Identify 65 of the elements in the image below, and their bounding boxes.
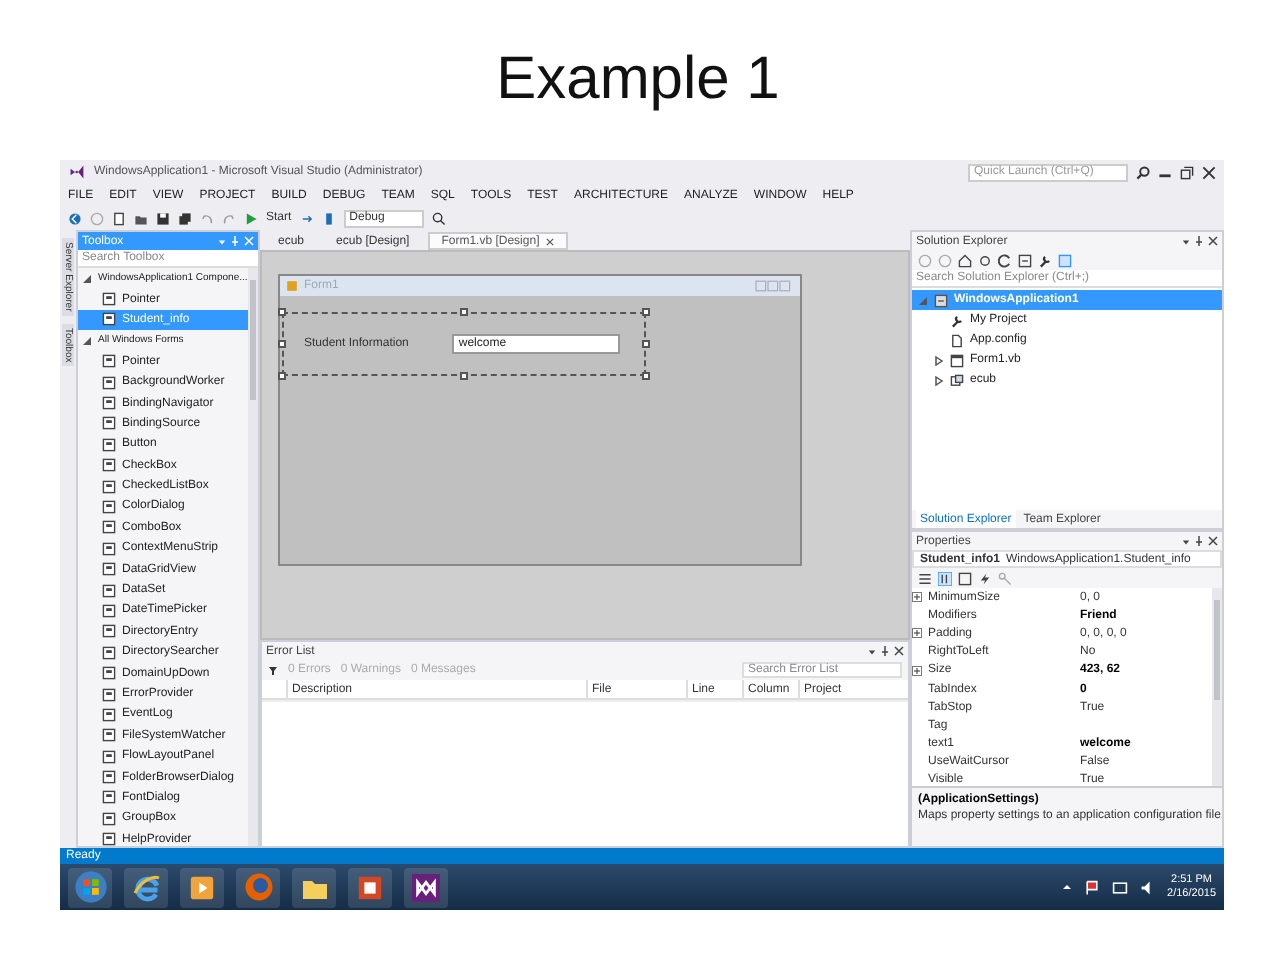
resize-handle[interactable] <box>278 340 286 348</box>
resize-handle[interactable] <box>460 372 468 380</box>
save-all-icon[interactable] <box>178 211 192 225</box>
slides-app-icon[interactable] <box>356 873 384 901</box>
control-icon <box>950 373 964 387</box>
file-icon <box>950 333 964 347</box>
resize-handle[interactable] <box>642 308 650 316</box>
start-orb-icon[interactable] <box>73 870 107 904</box>
home-icon[interactable] <box>958 253 972 267</box>
close-icon[interactable] <box>1208 536 1218 546</box>
search-icon[interactable] <box>1136 165 1150 179</box>
collapsed-arrow-icon[interactable] <box>934 355 944 365</box>
browser-icon[interactable] <box>131 872 161 902</box>
resize-handle[interactable] <box>642 372 650 380</box>
expand-icon[interactable] <box>912 592 922 603</box>
resize-handle[interactable] <box>460 308 468 316</box>
find-icon[interactable] <box>431 211 446 225</box>
resize-handle[interactable] <box>278 372 286 380</box>
expand-icon[interactable] <box>912 665 922 676</box>
resize-handle[interactable] <box>278 308 286 316</box>
slide-title: Example 1 <box>496 46 780 114</box>
filter-icon[interactable] <box>268 665 278 675</box>
properties-icon[interactable] <box>1038 253 1052 267</box>
form-icon <box>286 280 298 292</box>
collapsed-arrow-icon[interactable] <box>934 375 944 385</box>
app-logo-icon <box>68 164 86 180</box>
preview-icon[interactable] <box>1058 253 1072 267</box>
close-icon[interactable] <box>1202 165 1216 179</box>
dropdown-icon[interactable] <box>868 647 876 655</box>
close-icon[interactable] <box>545 237 554 245</box>
dropdown-icon[interactable] <box>1182 537 1190 545</box>
pin-icon[interactable] <box>1194 536 1204 546</box>
scrollbar[interactable] <box>248 268 258 846</box>
open-file-icon[interactable] <box>134 211 148 225</box>
globe-fox-icon[interactable] <box>243 872 273 902</box>
properties-icon[interactable] <box>958 571 972 585</box>
tray-arrow-icon[interactable] <box>1061 882 1072 892</box>
scrollbar[interactable] <box>1212 588 1222 786</box>
window-buttons-icon <box>754 280 794 292</box>
save-icon[interactable] <box>156 211 170 225</box>
flag-icon[interactable] <box>1083 879 1100 895</box>
speaker-icon[interactable] <box>1139 879 1156 895</box>
collapse-icon[interactable] <box>1018 253 1032 267</box>
categorized-icon[interactable] <box>918 571 932 585</box>
pin-icon[interactable] <box>880 646 890 656</box>
expand-icon[interactable] <box>912 628 922 639</box>
resize-handle[interactable] <box>642 340 650 348</box>
close-icon[interactable] <box>894 646 904 656</box>
refresh-icon[interactable] <box>998 253 1012 267</box>
back-icon[interactable] <box>68 211 82 225</box>
solution-icon <box>934 293 948 307</box>
media-player-icon[interactable] <box>188 873 216 901</box>
expanded-arrow-icon[interactable] <box>82 335 92 346</box>
alphabetical-icon[interactable] <box>938 571 952 585</box>
new-project-icon[interactable] <box>112 211 126 225</box>
expanded-arrow-icon[interactable] <box>82 273 92 284</box>
start-icon[interactable] <box>244 211 258 225</box>
step-icon[interactable] <box>299 211 314 225</box>
pin-icon[interactable] <box>1194 236 1204 246</box>
close-icon[interactable] <box>1208 236 1218 246</box>
network-icon[interactable] <box>1111 879 1128 895</box>
dropdown-icon[interactable] <box>1182 237 1190 245</box>
wrench-icon <box>950 313 964 327</box>
form-icon <box>950 353 964 367</box>
restore-icon[interactable] <box>1180 165 1194 179</box>
